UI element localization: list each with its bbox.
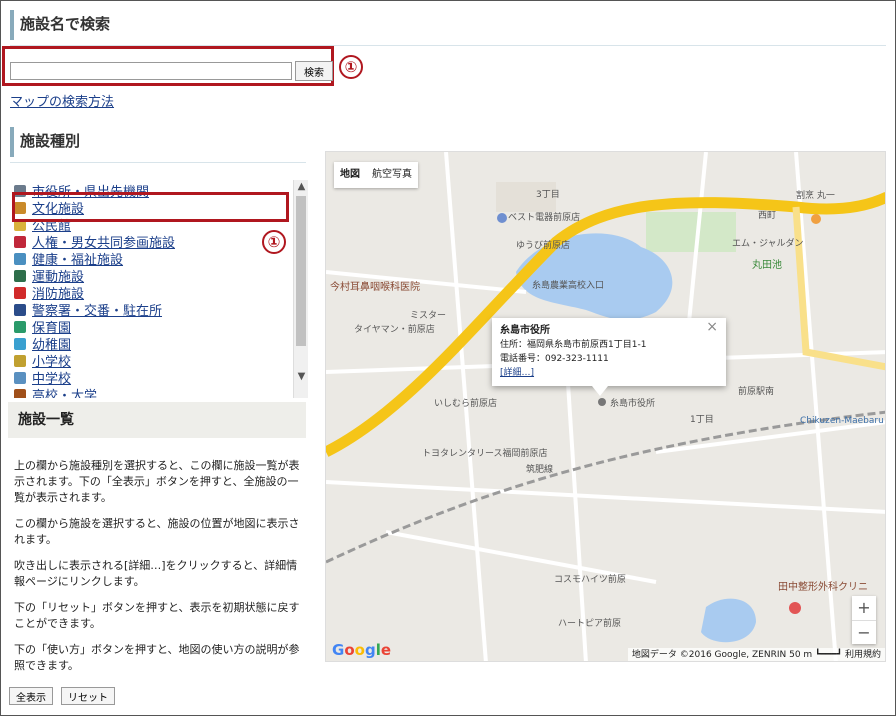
facility-list-title: 施設一覧 [8, 402, 306, 438]
info-window: × 糸島市役所 住所：福岡県糸島市前原西1丁目1-1 電話番号：092-323-… [492, 318, 726, 396]
show-all-button[interactable]: 全表示 [9, 687, 53, 705]
facility-type-item[interactable]: 消防施設 [14, 284, 84, 302]
map-label: 今村耳鼻咽喉科医院 [330, 282, 420, 293]
map-label: エム・ジャルダン [732, 239, 804, 249]
police-icon [14, 303, 26, 316]
scroll-up-arrow-icon[interactable]: ▲ [294, 180, 309, 194]
map-label: ミスター [410, 311, 447, 321]
facility-type-item[interactable]: 警察署・交番・駐在所 [14, 301, 162, 319]
map-label: 1丁目 [690, 415, 714, 425]
nursery-icon [14, 320, 26, 333]
search-button[interactable]: 検索 [295, 61, 333, 81]
facility-type-item[interactable]: 幼稚園 [14, 335, 71, 353]
juniorhigh-icon [14, 371, 26, 384]
map-label: トヨタレンタリース福岡前原店 [422, 449, 548, 459]
info-address: 住所：福岡県糸島市前原西1丁目1-1 [500, 340, 647, 350]
close-icon[interactable]: × [706, 320, 718, 334]
google-logo: Google [332, 641, 392, 659]
facility-type-item[interactable]: 小学校 [14, 352, 71, 370]
map-label: 筑肥線 [526, 465, 554, 475]
map-label: 西町 [758, 211, 777, 221]
zoom-in-button[interactable]: + [852, 596, 876, 620]
kindergarten-icon [14, 337, 26, 350]
map-label: 前原駅南 [738, 387, 775, 397]
facility-type-item[interactable]: 高校・大学 [14, 386, 97, 398]
map-label: コスモハイツ前原 [554, 575, 626, 585]
facility-type-item[interactable]: 中学校 [14, 369, 71, 387]
map-type-satellite[interactable]: 航空写真 [366, 162, 418, 188]
map-label: ハートピア前原 [558, 619, 622, 629]
search-section-title: 施設名で検索 [10, 10, 110, 40]
map-label: いしむら前原店 [434, 399, 498, 409]
search-highlight-box: 検索 [2, 46, 334, 86]
sports-icon [14, 269, 26, 282]
info-title: 糸島市役所 [500, 325, 550, 336]
health-icon [14, 252, 26, 265]
map-view[interactable]: 地図 航空写真 ベスト電器前原店 ゆうび前原店 3丁目 今村耳鼻咽喉科医院 ミス… [325, 151, 886, 662]
map-label: 丸田池 [752, 260, 782, 271]
facility-type-item[interactable]: 人権・男女共同参画施設 [14, 233, 175, 251]
map-type-roadmap[interactable]: 地図 [334, 162, 366, 188]
map-label: ベスト電器前原店 [508, 213, 581, 223]
map-label: 割烹 丸一 [796, 191, 835, 201]
map-label-city-hall: 糸島市役所 [610, 399, 656, 409]
map-label: ゆうび前原店 [516, 241, 571, 251]
fire-icon [14, 286, 26, 299]
facility-type-item[interactable]: 健康・福祉施設 [14, 250, 123, 268]
map-type-control[interactable]: 地図 航空写真 [334, 162, 418, 188]
annotation-badge-2: ① [262, 230, 286, 254]
map-label: 糸島農業高校入口 [532, 281, 605, 291]
facility-type-item[interactable]: 保育園 [14, 318, 71, 336]
map-label: Chikuzen-Maebaru [800, 416, 884, 426]
help-text-1: 上の欄から施設種別を選択すると、この欄に施設一覧が表示されます。下の「全表示」ボ… [14, 459, 300, 504]
info-detail-link[interactable]: [詳細…] [500, 368, 534, 378]
map-attribution: 地図データ ©2016 Google, ZENRIN 50 m ┗━━━┛ 利用… [627, 648, 885, 661]
category-highlight-box [12, 192, 289, 222]
map-label: 3丁目 [536, 190, 560, 200]
scroll-thumb[interactable] [296, 196, 306, 346]
help-text-5: 下の「使い方」ボタンを押すと、地図の使い方の説明が参照できます。 [14, 643, 300, 672]
info-phone: 電話番号：092-323-1111 [500, 354, 609, 364]
category-section-title: 施設種別 [10, 127, 80, 157]
help-text-2: この欄から施設を選択すると、施設の位置が地図に表示されます。 [14, 517, 300, 546]
highschool-icon [14, 388, 26, 398]
facility-type-item[interactable]: 運動施設 [14, 267, 84, 285]
help-text-3: 吹き出しに表示される[詳細…]をクリックすると、詳細情報ページにリンクします。 [14, 559, 298, 588]
facility-type-label[interactable]: 高校・大学 [32, 385, 97, 398]
scroll-down-arrow-icon[interactable]: ▼ [294, 370, 309, 384]
map-label: 田中整形外科クリニ [778, 582, 868, 593]
reset-button[interactable]: リセット [61, 687, 115, 705]
zoom-out-button[interactable]: − [852, 620, 876, 644]
annotation-badge-1: ① [339, 55, 363, 79]
elementary-icon [14, 354, 26, 367]
map-label: タイヤマン・前原店 [354, 325, 435, 335]
facility-search-input[interactable] [10, 62, 292, 80]
help-text-4: 下の「リセット」ボタンを押すと、表示を初期状態に戻すことができます。 [14, 601, 300, 630]
map-search-help-link[interactable]: マップの検索方法 [10, 91, 114, 110]
facility-list-scrollbar[interactable]: ▲ ▼ [293, 180, 308, 398]
heart-icon [14, 235, 26, 248]
zoom-control[interactable]: + − [852, 596, 876, 644]
divider [10, 162, 306, 163]
